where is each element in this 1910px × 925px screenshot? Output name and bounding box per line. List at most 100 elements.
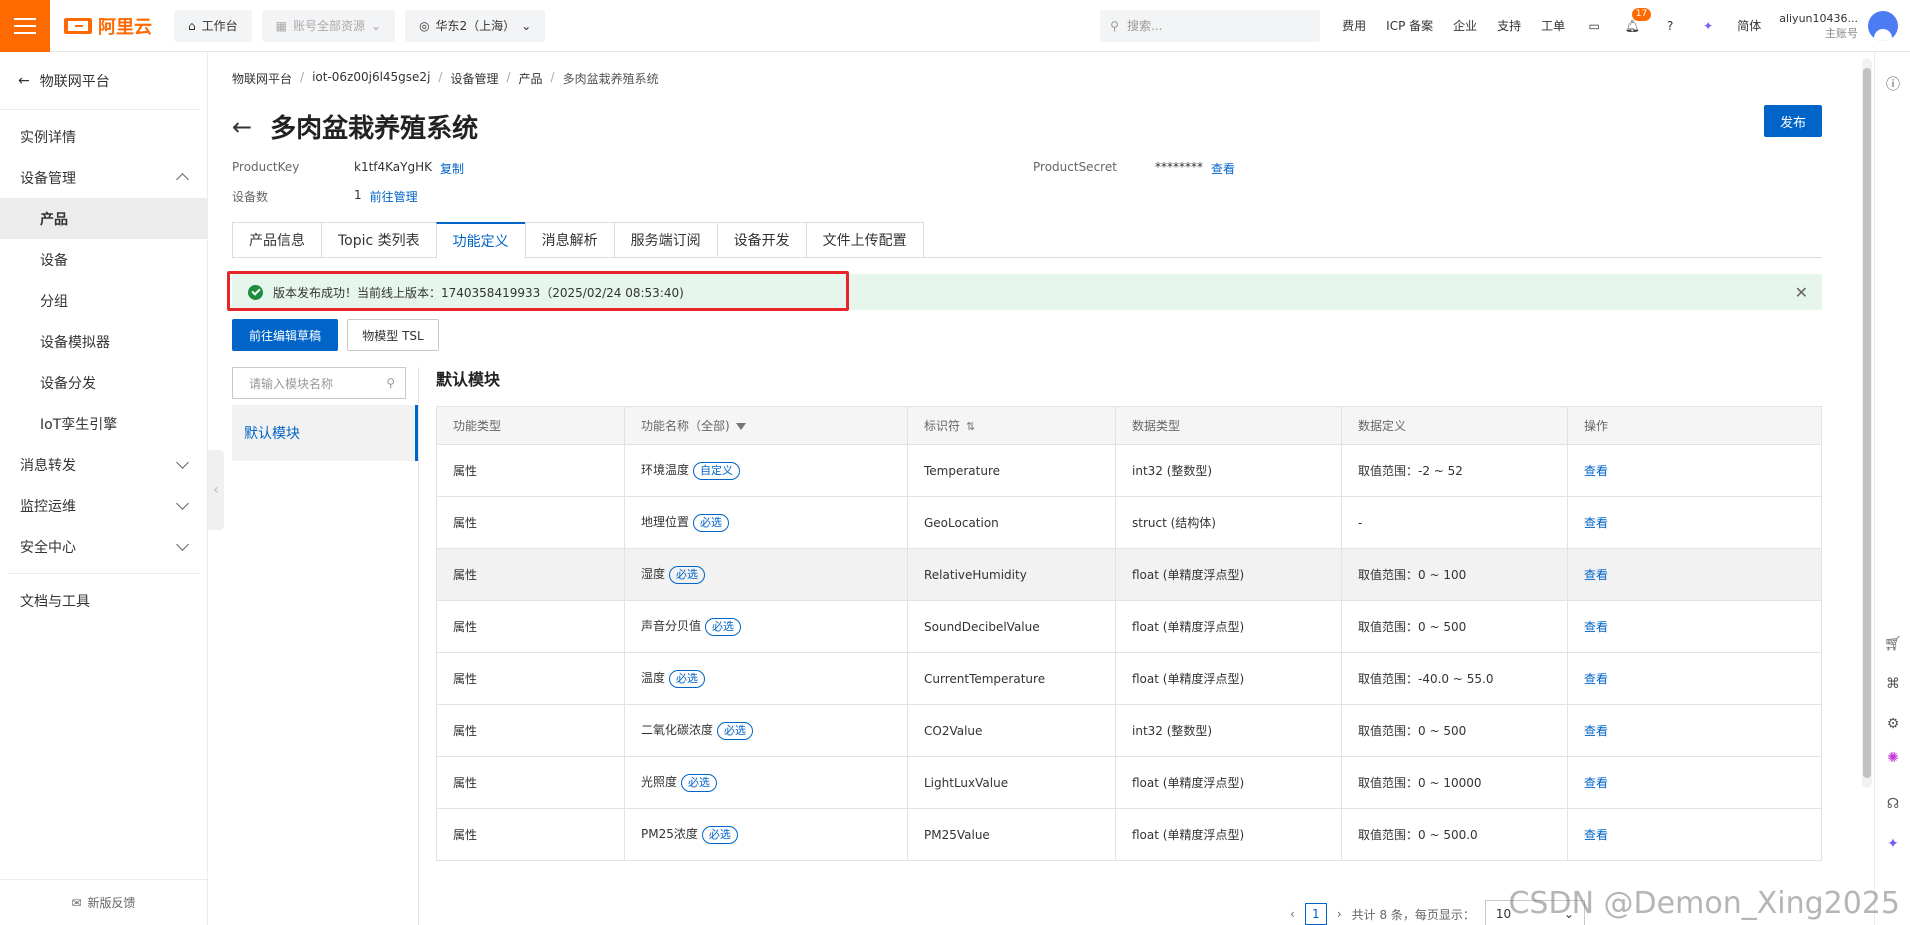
view-link[interactable]: 查看	[1584, 776, 1608, 790]
link-ticket[interactable]: 工单	[1541, 17, 1565, 34]
sidebar-item-device[interactable]: 设备	[0, 239, 207, 280]
user-menu[interactable]: aliyun10436... 主账号	[1779, 10, 1910, 41]
breadcrumb-current: 多肉盆栽养殖系统	[562, 72, 659, 86]
region-dropdown[interactable]: ◎ 华东2（上海） ⌄	[405, 9, 546, 42]
required-tag: 必选	[669, 670, 706, 688]
avatar[interactable]	[1868, 10, 1898, 41]
location-icon: ◎	[419, 18, 430, 33]
menu-icon[interactable]	[0, 0, 50, 52]
tools-icon[interactable]: ⌘	[1883, 674, 1903, 694]
prev-page-icon[interactable]: ‹	[1290, 907, 1295, 921]
manage-link[interactable]: 前往管理	[370, 188, 418, 205]
tab-topic-list[interactable]: Topic 类列表	[321, 222, 436, 258]
sidebar-item-device-simulator[interactable]: 设备模拟器	[0, 321, 207, 362]
product-secret-value: ********	[1155, 160, 1203, 174]
tab-server-subscription[interactable]: 服务端订阅	[613, 222, 717, 258]
sidebar-item-message-forwarding[interactable]: 消息转发	[0, 444, 207, 485]
home-icon: ⌂	[188, 18, 196, 33]
table-header: 功能类型 功能名称（全部) 标识符 ⇅ 数据类型 数据定义 操作	[436, 406, 1822, 445]
sidebar-back[interactable]: ← 物联网平台	[0, 52, 199, 110]
view-link[interactable]: 查看	[1584, 724, 1608, 738]
link-fee[interactable]: 费用	[1342, 17, 1366, 34]
link-support[interactable]: 支持	[1497, 17, 1521, 34]
scrollbar-thumb[interactable]	[1863, 68, 1871, 778]
account-resources-dropdown[interactable]: ▦ 账号全部资源 ⌄	[261, 9, 396, 42]
ai-assistant-icon[interactable]: ✦	[1883, 834, 1903, 854]
view-link[interactable]: 查看	[1584, 516, 1608, 530]
tab-file-upload-config[interactable]: 文件上传配置	[805, 222, 924, 258]
required-tag: 必选	[717, 722, 754, 740]
settings-icon[interactable]: ⚙	[1883, 714, 1903, 734]
sidebar-item-iot-twin[interactable]: IoT孪生引擎	[0, 403, 207, 444]
breadcrumb-iot[interactable]: 物联网平台	[232, 70, 292, 87]
scrollbar[interactable]	[1862, 58, 1872, 788]
tab-device-development[interactable]: 设备开发	[716, 222, 806, 258]
edit-draft-button[interactable]: 前往编辑草稿	[232, 319, 338, 351]
col-data-type: 数据类型	[1115, 406, 1342, 445]
sidebar-item-product[interactable]: 产品	[0, 198, 207, 239]
required-tag: 必选	[701, 826, 738, 844]
chevron-up-icon	[176, 173, 189, 186]
view-link[interactable]: 查看	[1584, 568, 1608, 582]
sidebar-item-monitoring[interactable]: 监控运维	[0, 485, 207, 526]
link-enterprise[interactable]: 企业	[1453, 17, 1477, 34]
back-arrow-icon[interactable]: ←	[232, 113, 252, 141]
ai-assistant-icon[interactable]: ✦	[1699, 17, 1717, 35]
module-item[interactable]: 默认模块	[232, 405, 418, 461]
next-page-icon[interactable]: ›	[1337, 907, 1342, 921]
chevron-down-icon: ⌄	[371, 18, 382, 33]
workbench-button[interactable]: ⌂ 工作台	[174, 9, 252, 42]
view-secret-link[interactable]: 查看	[1211, 160, 1235, 177]
view-link[interactable]: 查看	[1584, 672, 1608, 686]
cart-icon[interactable]: 🛒︎	[1883, 634, 1903, 654]
global-search-input[interactable]: ⚲ 搜索...	[1100, 9, 1321, 42]
sidebar-item-device-distribution[interactable]: 设备分发	[0, 362, 207, 403]
sidebar-item-device-management[interactable]: 设备管理	[0, 157, 207, 198]
tab-product-info[interactable]: 产品信息	[232, 222, 321, 258]
feedback-button[interactable]: ✉ 新版反馈	[0, 879, 207, 925]
view-link[interactable]: 查看	[1584, 620, 1608, 634]
table-row: 属性 环境温度 自定义 Temperature int32 (整数型) 取值范围：…	[436, 444, 1822, 497]
module-search-input[interactable]: 请输入模块名称 ⚲	[232, 367, 406, 399]
page-number[interactable]: 1	[1304, 903, 1327, 925]
tab-function-definition[interactable]: 功能定义	[435, 222, 525, 259]
chevron-left-icon: ‹	[213, 482, 219, 498]
required-tag: 必选	[681, 774, 718, 792]
headset-icon[interactable]: ☊	[1883, 794, 1903, 814]
breadcrumb-product[interactable]: 产品	[519, 70, 543, 87]
arrow-left-icon: ←	[18, 72, 30, 89]
publish-button[interactable]: 发布	[1764, 105, 1822, 137]
table-row: 属性 PM25浓度 必选 PM25Value float (单精度浮点型) 取值范…	[436, 808, 1822, 861]
link-icp[interactable]: ICP 备案	[1386, 17, 1433, 34]
sidebar-item-group[interactable]: 分组	[0, 280, 207, 321]
language-switch[interactable]: 简体	[1737, 17, 1761, 34]
sidebar-item-docs[interactable]: 文档与工具	[0, 580, 207, 621]
sidebar-item-security[interactable]: 安全中心	[0, 526, 207, 567]
filter-icon[interactable]	[735, 423, 746, 430]
grid-icon: ▦	[275, 18, 287, 33]
view-link[interactable]: 查看	[1584, 828, 1608, 842]
help-icon[interactable]: ?	[1661, 17, 1679, 35]
required-tag: 必选	[705, 618, 742, 636]
sidebar-collapse-handle[interactable]: ‹	[208, 450, 224, 530]
terminal-icon[interactable]: ▭	[1585, 17, 1603, 35]
breadcrumb-instance[interactable]: iot-06z00j6l45gse2j	[312, 70, 430, 87]
copy-link[interactable]: 复制	[440, 160, 464, 177]
tsl-button[interactable]: 物模型 TSL	[347, 319, 439, 351]
col-function-type: 功能类型	[436, 406, 625, 445]
tab-message-parsing[interactable]: 消息解析	[524, 222, 614, 258]
brain-icon[interactable]: ✺	[1883, 748, 1903, 768]
top-links: 费用 ICP 备案 企业 支持 工单 ▭ 🔔︎ 17 ? ✦ 简体	[1320, 7, 1779, 35]
view-link[interactable]: 查看	[1584, 464, 1608, 478]
close-icon[interactable]: ✕	[1795, 283, 1808, 302]
chevron-down-icon	[176, 497, 189, 510]
function-table: 功能类型 功能名称（全部) 标识符 ⇅ 数据类型 数据定义 操作 属性 环境温度自…	[436, 406, 1822, 861]
breadcrumb-device-management[interactable]: 设备管理	[450, 70, 498, 87]
search-icon: ⚲	[386, 376, 395, 390]
logo[interactable]: 阿里云	[50, 13, 174, 39]
col-function-name: 功能名称（全部)	[624, 406, 908, 445]
help-icon[interactable]: ⓘ	[1883, 74, 1903, 94]
sidebar-item-instance-details[interactable]: 实例详情	[0, 116, 207, 157]
sort-icon[interactable]: ⇅	[966, 420, 975, 433]
bell-icon[interactable]: 🔔︎ 17	[1623, 7, 1652, 35]
